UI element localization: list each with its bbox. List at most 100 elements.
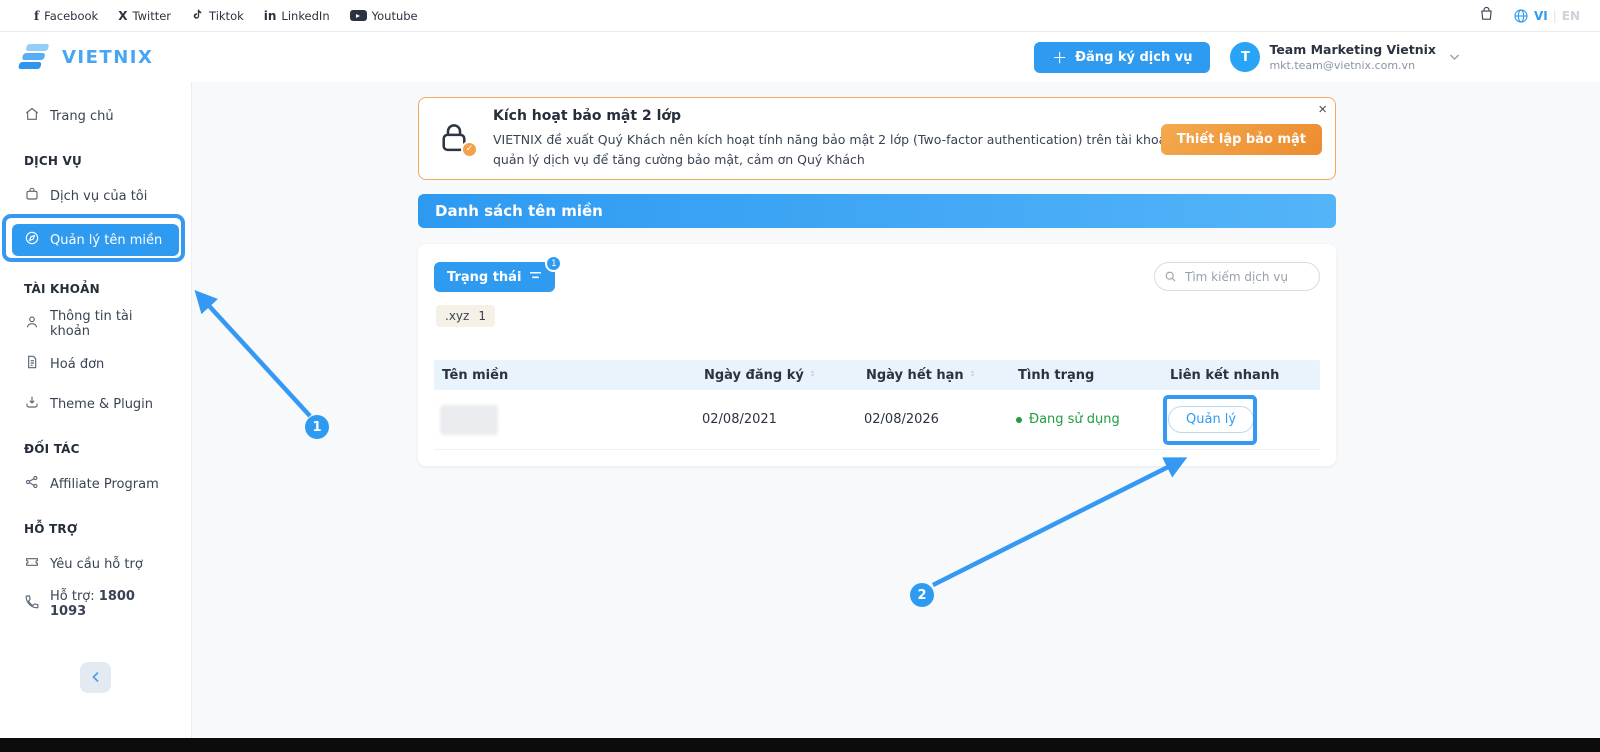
ticket-icon xyxy=(24,554,40,574)
cart-bag-icon[interactable] xyxy=(1478,5,1495,26)
sidebar-item-label: Hỗ trợ: 1800 1093 xyxy=(50,589,167,619)
social-link-linkedin[interactable]: in LinkedIn xyxy=(264,9,330,23)
col-ten-mien: Tên miền xyxy=(440,368,702,383)
download-icon xyxy=(24,394,40,414)
register-service-label: Đăng ký dịch vụ xyxy=(1075,50,1192,65)
registered-date: 02/08/2021 xyxy=(702,412,864,427)
twitter-icon: X xyxy=(118,9,127,23)
tag-count: 1 xyxy=(478,309,486,323)
manage-button[interactable]: Quản lý xyxy=(1168,406,1254,433)
col-ngay-dang-ky[interactable]: Ngày đăng ký xyxy=(702,368,864,383)
user-email: mkt.team@vietnix.com.vn xyxy=(1269,59,1436,72)
social-label: Twitter xyxy=(132,9,171,23)
expiry-date: 02/08/2026 xyxy=(864,412,1016,427)
banner-body: VIETNIX đề xuất Quý Khách nên kích hoạt … xyxy=(493,130,1193,170)
lang-vi[interactable]: VI xyxy=(1534,9,1548,23)
sidebar-item-trang-chu[interactable]: Trang chủ xyxy=(0,96,191,136)
bottom-strip xyxy=(0,738,1600,752)
sidebar-section-dich-vu: DỊCH VỤ xyxy=(0,150,191,172)
sidebar-section-doi-tac: ĐỐI TÁC xyxy=(0,438,191,460)
linkedin-icon: in xyxy=(264,9,277,23)
sidebar: Trang chủ DỊCH VỤ Dịch vụ của tôi Quản l… xyxy=(0,82,192,738)
lang-en[interactable]: EN xyxy=(1562,9,1580,23)
sidebar-item-yeu-cau-ho-tro[interactable]: Yêu cầu hỗ trợ xyxy=(0,544,191,584)
social-label: Tiktok xyxy=(209,9,244,23)
social-label: Facebook xyxy=(44,9,98,23)
avatar: T xyxy=(1230,42,1260,72)
sidebar-item-quan-ly-ten-mien-active[interactable]: Quản lý tên miền xyxy=(12,224,179,256)
sidebar-item-dich-vu-cua-toi[interactable]: Dịch vụ của tôi xyxy=(0,176,191,216)
domain-redacted xyxy=(440,405,498,435)
filter-tag-xyz[interactable]: .xyz 1 xyxy=(436,305,495,327)
section-title: Danh sách tên miền xyxy=(435,202,603,220)
status-badge: Đang sử dụng xyxy=(1016,412,1168,427)
two-factor-banner: ✓ Kích hoạt bảo mật 2 lớp VIETNIX đề xuấ… xyxy=(418,97,1336,180)
topbar: f Facebook X Twitter Tiktok in LinkedIn … xyxy=(0,0,1600,32)
filter-count-badge: 1 xyxy=(545,255,562,272)
section-title-bar: Danh sách tên miền xyxy=(418,194,1336,228)
search-input[interactable] xyxy=(1154,262,1320,291)
service-search xyxy=(1154,262,1320,291)
sidebar-item-theme-plugin[interactable]: Theme & Plugin xyxy=(0,384,191,424)
sidebar-item-thong-tin-tai-khoan[interactable]: Thông tin tài khoản xyxy=(0,304,191,344)
domain-table: Tên miền Ngày đăng ký Ngày hết hạn Tình … xyxy=(434,360,1320,450)
chevron-left-icon xyxy=(91,670,100,686)
sidebar-collapse-button[interactable] xyxy=(80,662,111,693)
sort-icon[interactable] xyxy=(968,368,977,383)
chevron-down-icon xyxy=(1449,51,1460,64)
table-header-row: Tên miền Ngày đăng ký Ngày hết hạn Tình … xyxy=(434,360,1320,390)
annotation-step-1: 1 xyxy=(305,415,329,439)
social-link-facebook[interactable]: f Facebook xyxy=(34,9,98,23)
col-ngay-het-han[interactable]: Ngày hết hạn xyxy=(864,368,1016,383)
invoice-icon xyxy=(24,354,40,374)
sidebar-item-label: Trang chủ xyxy=(50,109,114,124)
youtube-icon xyxy=(350,10,367,21)
close-icon[interactable]: × xyxy=(1318,102,1327,117)
status-filter-label: Trạng thái xyxy=(447,270,521,285)
sidebar-item-label: Thông tin tài khoản xyxy=(50,309,167,339)
user-name: Team Marketing Vietnix xyxy=(1269,42,1436,59)
status-filter-button[interactable]: Trạng thái 1 xyxy=(434,262,555,292)
register-service-button[interactable]: ＋ Đăng ký dịch vụ xyxy=(1034,42,1210,73)
sidebar-item-affiliate-program[interactable]: Affiliate Program xyxy=(0,464,191,504)
sidebar-item-hotline[interactable]: Hỗ trợ: 1800 1093 xyxy=(0,584,191,624)
col-tinh-trang: Tình trạng xyxy=(1016,368,1168,383)
filter-icon xyxy=(529,270,542,285)
home-icon xyxy=(24,106,40,126)
share-icon xyxy=(24,474,40,494)
language-switcher[interactable]: VI | EN xyxy=(1513,8,1580,24)
sidebar-item-label: Affiliate Program xyxy=(50,477,159,492)
setup-security-button[interactable]: Thiết lập bảo mật xyxy=(1161,124,1322,155)
shield-check-icon: ✓ xyxy=(461,141,478,158)
sidebar-item-label: Quản lý tên miền xyxy=(50,233,162,248)
social-link-twitter[interactable]: X Twitter xyxy=(118,9,171,23)
sidebar-item-label: Yêu cầu hỗ trợ xyxy=(50,557,143,572)
vietnix-portal-page: f Facebook X Twitter Tiktok in LinkedIn … xyxy=(0,0,1600,752)
sidebar-section-tai-khoan: TÀI KHOẢN xyxy=(0,278,191,300)
sidebar-item-hoa-don[interactable]: Hoá đơn xyxy=(0,344,191,384)
facebook-icon: f xyxy=(34,9,39,23)
vietnix-logo[interactable]: VIETNIX xyxy=(16,41,153,73)
app-header: VIETNIX ＋ Đăng ký dịch vụ T Team Marketi… xyxy=(0,32,1600,82)
sidebar-item-label: Hoá đơn xyxy=(50,357,104,372)
tag-label: .xyz xyxy=(445,309,469,323)
globe-language-icon xyxy=(1513,8,1529,24)
briefcase-icon xyxy=(24,186,40,206)
table-row: 02/08/2021 02/08/2026 Đang sử dụng Quản … xyxy=(434,390,1320,450)
domain-list-card: Trạng thái 1 .xyz 1 Tên miền Ngày đăng k… xyxy=(418,244,1336,466)
user-menu[interactable]: T Team Marketing Vietnix mkt.team@vietni… xyxy=(1230,42,1460,72)
vietnix-logo-icon xyxy=(16,41,54,73)
social-label: Youtube xyxy=(372,9,418,23)
plus-icon: ＋ xyxy=(1052,47,1067,68)
status-dot-icon xyxy=(1016,417,1022,423)
lock-icon: ✓ xyxy=(435,119,475,159)
sidebar-item-label: Dịch vụ của tôi xyxy=(50,189,147,204)
social-link-tiktok[interactable]: Tiktok xyxy=(191,8,244,24)
social-links: f Facebook X Twitter Tiktok in LinkedIn … xyxy=(34,8,418,24)
sidebar-section-ho-tro: HỖ TRỢ xyxy=(0,518,191,540)
phone-icon xyxy=(24,594,40,614)
social-link-youtube[interactable]: Youtube xyxy=(350,9,418,23)
user-icon xyxy=(24,314,40,334)
lang-divider: | xyxy=(1553,9,1557,23)
sort-icon[interactable] xyxy=(808,368,817,383)
